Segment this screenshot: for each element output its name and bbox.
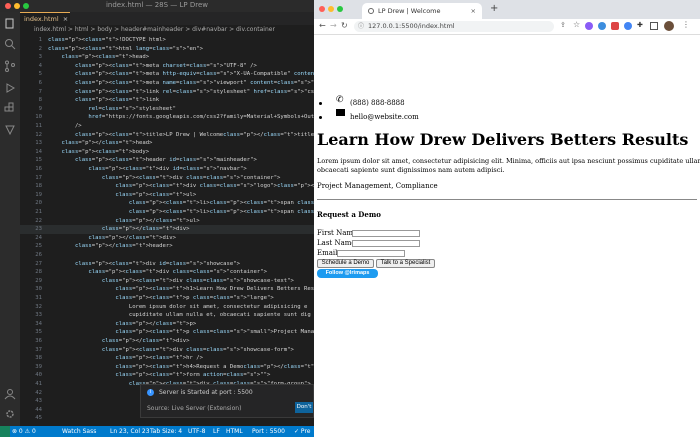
divider xyxy=(317,199,697,200)
breadcrumb[interactable]: index.html > html > body > header#mainhe… xyxy=(20,25,314,35)
reload-icon[interactable]: ↻ xyxy=(341,21,348,30)
encoding[interactable]: UTF-8 xyxy=(188,426,206,437)
phone-number: (888) 888-8888 xyxy=(350,99,405,107)
cursor-position[interactable]: Ln 23, Col 23 xyxy=(110,426,150,437)
list-bullet xyxy=(319,102,322,105)
vscode-titlebar: index.html — 28S — LP Drew xyxy=(0,0,314,12)
code-editor[interactable]: 1 class="p"><class="t">!DOCTYPE html> 2 cla… xyxy=(20,36,314,426)
prettier-status[interactable]: ✓ Pre xyxy=(294,426,310,437)
hero-paragraph-line1: Lorem ipsum dolor sit amet, consectetur … xyxy=(317,157,700,165)
extensions-icon[interactable] xyxy=(4,102,16,114)
talk-to-specialist-button[interactable]: Talk to a Specialist xyxy=(376,259,435,268)
language-mode[interactable]: HTML xyxy=(226,426,243,437)
browser-toolbar: ← → ↻ ⓘ 127.0.0.1:5500/index.html ⇪ ☆ ✚ … xyxy=(314,19,700,35)
activity-bar xyxy=(0,12,20,426)
email-input[interactable] xyxy=(337,250,405,257)
menu-kebab-icon[interactable]: ⋮ xyxy=(682,20,690,29)
testing-icon[interactable] xyxy=(4,124,16,136)
hero-small-text: Project Management, Compliance xyxy=(317,182,438,190)
new-tab-button[interactable]: + xyxy=(490,3,498,14)
profile-avatar[interactable] xyxy=(664,21,674,31)
browser-tab-strip: LP Drew | Welcome × + xyxy=(314,0,700,19)
webpage: ✆ (888) 888-8888 hello@website.com Learn… xyxy=(314,35,700,437)
extension-icon[interactable] xyxy=(624,22,632,30)
browser-window: LP Drew | Welcome × + ← → ↻ ⓘ 127.0.0.1:… xyxy=(314,0,700,437)
explorer-icon[interactable] xyxy=(4,18,16,30)
toast-source: Source: Live Server (Extension) xyxy=(147,405,242,412)
address-bar[interactable]: ⓘ 127.0.0.1:5500/index.html xyxy=(354,21,554,32)
end-of-line[interactable]: LF xyxy=(213,426,220,437)
last-name-label: Last Name xyxy=(317,239,356,247)
forward-icon[interactable]: → xyxy=(330,21,337,30)
notification-toast: i Server is Started at port : 5500 Sourc… xyxy=(140,384,314,418)
remote-indicator[interactable] xyxy=(0,426,10,437)
browser-maximize-button[interactable] xyxy=(337,6,343,12)
source-control-icon[interactable] xyxy=(4,60,16,72)
watch-sass-button[interactable]: Watch Sass xyxy=(62,426,96,437)
editor-tabs: index.html × xyxy=(20,12,314,25)
sidebar-icon[interactable] xyxy=(650,22,658,30)
email-address: hello@website.com xyxy=(350,113,419,121)
search-icon[interactable] xyxy=(4,38,16,50)
hero-paragraph-line2: obcaecati sapiente sunt dignissimos nam … xyxy=(317,166,505,174)
browser-close-button[interactable] xyxy=(319,6,325,12)
settings-gear-icon[interactable] xyxy=(4,408,16,420)
form-title: Request a Demo xyxy=(317,210,381,219)
bookmark-star-icon[interactable]: ☆ xyxy=(573,20,580,29)
browser-tab[interactable]: LP Drew | Welcome × xyxy=(362,3,482,19)
vscode-window: index.html — 28S — LP Drew index.html × … xyxy=(0,0,314,437)
last-name-input[interactable] xyxy=(352,240,420,247)
info-icon: i xyxy=(147,389,154,396)
list-bullet xyxy=(319,116,322,119)
share-icon[interactable]: ⇪ xyxy=(560,21,566,29)
first-name-input[interactable] xyxy=(352,230,420,237)
tab-size[interactable]: Tab Size: 4 xyxy=(150,426,182,437)
toast-action-button[interactable]: Don't xyxy=(295,402,313,413)
extension-icon[interactable] xyxy=(585,22,593,30)
tab-index-html[interactable]: index.html × xyxy=(20,12,70,25)
status-bar: ⊗ 0 ⚠ 0 Watch Sass Ln 23, Col 23 Tab Siz… xyxy=(0,426,314,437)
extensions-puzzle-icon[interactable]: ✚ xyxy=(637,21,643,29)
live-server-port[interactable]: Port : 5500 xyxy=(252,426,285,437)
browser-minimize-button[interactable] xyxy=(328,6,334,12)
line-number: 45 xyxy=(35,415,42,422)
info-icon[interactable]: ⓘ xyxy=(358,21,364,32)
call-icon: ✆ xyxy=(336,95,344,105)
window-title: index.html — 28S — LP Drew xyxy=(105,1,209,9)
hero-heading: Learn How Drew Delivers Betters Results xyxy=(317,130,689,149)
twitter-follow-button[interactable]: Follow @lrimaps xyxy=(317,269,378,278)
url-text: 127.0.0.1:5500/index.html xyxy=(368,22,455,30)
close-tab-icon[interactable]: × xyxy=(471,3,476,19)
schedule-demo-button[interactable]: Schedule a Demo xyxy=(317,259,374,268)
globe-icon xyxy=(368,8,374,14)
extension-icon[interactable] xyxy=(598,22,606,30)
problems-indicator[interactable]: ⊗ 0 ⚠ 0 xyxy=(12,426,36,437)
email-label: Email xyxy=(317,249,338,257)
browser-tab-title: LP Drew | Welcome xyxy=(378,7,441,15)
extension-icon[interactable] xyxy=(611,22,619,30)
toast-message: Server is Started at port : 5500 xyxy=(159,389,253,396)
close-tab-icon[interactable]: × xyxy=(63,15,68,23)
run-debug-icon[interactable] xyxy=(4,82,16,94)
mail-icon xyxy=(336,109,345,116)
back-icon[interactable]: ← xyxy=(319,21,326,30)
account-icon[interactable] xyxy=(4,388,16,400)
